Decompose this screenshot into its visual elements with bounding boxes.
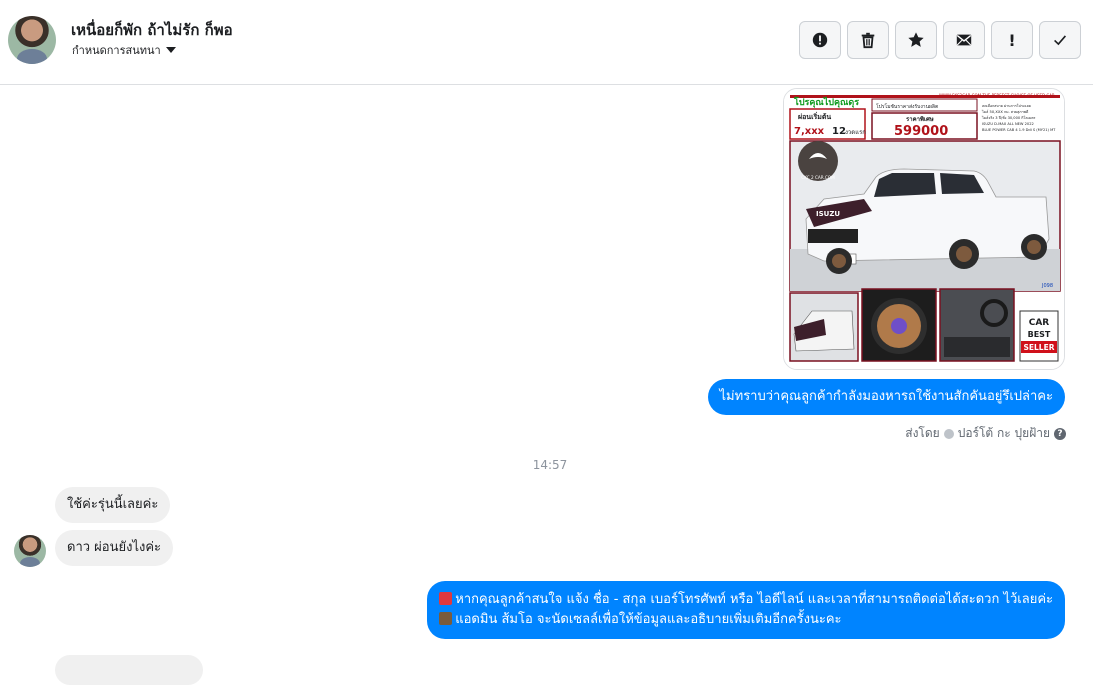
ad-code: J098 bbox=[1041, 283, 1053, 289]
ad-installments: 12 bbox=[832, 126, 846, 137]
ad-installments-label: งวดแรก bbox=[845, 129, 866, 136]
sent-by-line: ส่งโดย ปอร์โต้ กะ ปุยฝ้าย ? bbox=[905, 424, 1066, 443]
message-timestamp: 14:57 bbox=[532, 458, 568, 472]
ad-badge-best: BEST bbox=[1028, 330, 1051, 339]
sender-icon bbox=[943, 428, 954, 439]
outgoing-message[interactable]: ไม่ทราบว่าคุณลูกค้ากำลังมองหารถใช้งานสัก… bbox=[707, 379, 1065, 415]
people-emoji-icon bbox=[439, 612, 453, 625]
message-text: แอดมิน ส้มโอ จะนัดเซลล์เพื่อให้ข้อมูลและ… bbox=[455, 612, 842, 627]
mark-unread-button[interactable] bbox=[943, 21, 985, 59]
contact-avatar-small[interactable] bbox=[14, 535, 46, 567]
car-ad-image[interactable]: โปรคุณไปคุณดุร WWW.CKC2CAR.COM THE PERFE… bbox=[783, 88, 1065, 370]
ad-spec-line: BLUE POWER CAB 4 1.9 Ddi S (MY21) MT bbox=[982, 128, 1056, 132]
message-line: หากคุณลูกค้าสนใจ แจ้ง ชื่อ - สกุล เบอร์โ… bbox=[439, 590, 1053, 610]
message-text: ดาว ผ่อนยังไงค่ะ bbox=[67, 540, 162, 555]
incoming-message[interactable]: ใช้ค่ะรุ่นนี้เลยค่ะ bbox=[55, 487, 171, 523]
mark-spam-button[interactable]: ! bbox=[991, 21, 1033, 59]
ad-site: WWW.CKC2CAR.COM THE PERFECT CHOICE OF US… bbox=[939, 93, 1055, 98]
report-icon bbox=[812, 32, 828, 48]
incoming-message-partial[interactable] bbox=[55, 655, 203, 685]
message-text: หากคุณลูกค้าสนใจ แจ้ง ชื่อ - สกุล เบอร์โ… bbox=[455, 592, 1053, 607]
sent-by-label: ส่งโดย bbox=[905, 426, 940, 440]
action-toolbar: ! bbox=[799, 21, 1081, 59]
incoming-message[interactable]: ดาว ผ่อนยังไงค่ะ bbox=[55, 530, 174, 566]
ad-logo-text: CKC 2 CAR.COM bbox=[801, 175, 835, 180]
ad-headline: โปรคุณไปคุณดุร bbox=[793, 96, 859, 108]
contact-name[interactable]: เหนื่อยก็พัก ถ้าไม่รัก ก็พอ bbox=[71, 18, 233, 42]
ad-price: 599000 bbox=[894, 124, 948, 139]
assign-conversation-dropdown[interactable]: กำหนดการสนทนา bbox=[72, 41, 176, 59]
ad-badge-car: CAR bbox=[1029, 318, 1050, 328]
ad-monthly: 7,xxx bbox=[794, 126, 825, 137]
ad-badge-seller: SELLER bbox=[1024, 343, 1055, 352]
message-text: ไม่ทราบว่าคุณลูกค้ากำลังมองหารถใช้งานสัก… bbox=[719, 389, 1053, 404]
report-button[interactable] bbox=[799, 21, 841, 59]
sent-by-name: ปอร์โต้ กะ ปุยฝ้าย bbox=[957, 426, 1050, 440]
ad-spec-line: ISUZU D-MAX ALL NEW 2022 bbox=[982, 122, 1034, 126]
delete-button[interactable] bbox=[847, 21, 889, 59]
star-button[interactable] bbox=[895, 21, 937, 59]
ad-brand: ISUZU bbox=[816, 210, 840, 218]
outgoing-message[interactable]: หากคุณลูกค้าสนใจ แจ้ง ชื่อ - สกุล เบอร์โ… bbox=[427, 581, 1065, 639]
telephone-emoji-icon bbox=[439, 592, 453, 605]
ad-spec-line: ลดเลือกสบาย ผ่านการโปรเฉลย bbox=[982, 103, 1031, 108]
ad-down-label: ผ่อนเริ่มต้น bbox=[798, 111, 831, 121]
message-line: แอดมิน ส้มโอ จะนัดเซลล์เพื่อให้ข้อมูลและ… bbox=[439, 610, 1053, 630]
star-icon bbox=[908, 32, 924, 47]
car-ad-artwork: โปรคุณไปคุณดุร WWW.CKC2CAR.COM THE PERFE… bbox=[784, 89, 1064, 369]
ad-spec-line: ไมล์จริง 3 ปี/ชั่ง 30,000 กิโลเมตร bbox=[981, 115, 1036, 120]
assign-label: กำหนดการสนทนา bbox=[72, 44, 161, 57]
mail-icon bbox=[956, 34, 972, 46]
check-icon bbox=[1054, 35, 1067, 46]
help-icon[interactable]: ? bbox=[1054, 427, 1066, 440]
contact-avatar[interactable] bbox=[8, 16, 56, 64]
caret-down-icon bbox=[165, 47, 176, 53]
ad-price-label: ราคาพิเศษ bbox=[906, 115, 934, 123]
trash-icon bbox=[861, 32, 875, 49]
exclamation-icon: ! bbox=[1008, 30, 1016, 50]
mark-done-button[interactable] bbox=[1039, 21, 1081, 59]
ad-promo-line: โปรโมชันราคาส่งรับงานผลิต bbox=[876, 103, 938, 110]
conversation-header: เหนื่อยก็พัก ถ้าไม่รัก ก็พอ กำหนดการสนทน… bbox=[0, 0, 1093, 85]
message-text: ใช้ค่ะรุ่นนี้เลยค่ะ bbox=[67, 497, 159, 512]
